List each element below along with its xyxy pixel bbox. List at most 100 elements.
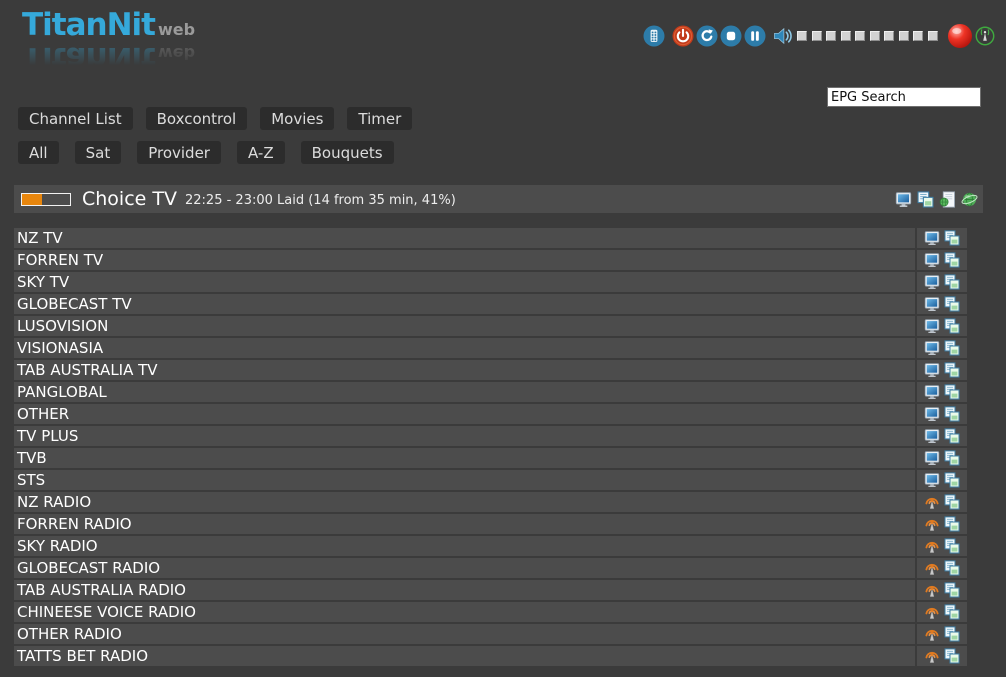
copy-icon[interactable] <box>944 296 960 312</box>
channel-name[interactable]: LUSOVISION <box>14 316 915 336</box>
volume-block[interactable] <box>826 31 836 41</box>
tv-icon[interactable] <box>924 428 940 444</box>
radio-icon[interactable] <box>924 494 940 510</box>
copy-icon[interactable] <box>944 582 960 598</box>
copy-icon[interactable] <box>944 340 960 356</box>
channel-name[interactable]: GLOBECAST RADIO <box>14 558 915 578</box>
pause-icon[interactable] <box>744 25 766 47</box>
copy-icon[interactable] <box>944 406 960 422</box>
copy-icon[interactable] <box>944 384 960 400</box>
volume-block[interactable] <box>870 31 880 41</box>
volume-block[interactable] <box>855 31 865 41</box>
volume-block[interactable] <box>841 31 851 41</box>
tv-icon[interactable] <box>924 340 940 356</box>
nav-boxcontrol-button[interactable]: Boxcontrol <box>146 107 248 130</box>
radio-icon[interactable] <box>924 648 940 664</box>
remote-icon[interactable] <box>643 25 665 47</box>
copy-icon[interactable] <box>944 494 960 510</box>
copy-icon[interactable] <box>944 274 960 290</box>
radio-icon[interactable] <box>924 560 940 576</box>
channel-name[interactable]: SKY TV <box>14 272 915 292</box>
speaker-icon[interactable] <box>772 25 794 47</box>
radio-icon[interactable] <box>924 516 940 532</box>
nav-movies-button[interactable]: Movies <box>260 107 334 130</box>
volume-block[interactable] <box>928 31 938 41</box>
channel-name[interactable]: STS <box>14 470 915 490</box>
channel-name[interactable]: TAB AUSTRALIA TV <box>14 360 915 380</box>
channel-name[interactable]: SKY RADIO <box>14 536 915 556</box>
epg-page-icon[interactable] <box>939 191 956 208</box>
brand-name: TitanNit <box>22 7 155 43</box>
channel-name[interactable]: VISIONASIA <box>14 338 915 358</box>
channel-name[interactable]: PANGLOBAL <box>14 382 915 402</box>
tv-icon[interactable] <box>924 252 940 268</box>
copy-icon[interactable] <box>944 230 960 246</box>
channel-name[interactable]: OTHER RADIO <box>14 624 915 644</box>
volume-block[interactable] <box>812 31 822 41</box>
stream-icon[interactable] <box>975 26 995 46</box>
channel-name[interactable]: NZ RADIO <box>14 492 915 512</box>
copy-icon[interactable] <box>944 428 960 444</box>
copy-icon[interactable] <box>944 538 960 554</box>
nav-provider-button[interactable]: Provider <box>137 141 221 164</box>
tv-icon[interactable] <box>924 274 940 290</box>
channel-name[interactable]: TAB AUSTRALIA RADIO <box>14 580 915 600</box>
reload-icon[interactable] <box>696 25 718 47</box>
channel-name[interactable]: GLOBECAST TV <box>14 294 915 314</box>
volume-block[interactable] <box>899 31 909 41</box>
screen-icon[interactable] <box>895 191 912 208</box>
copy-icon[interactable] <box>944 560 960 576</box>
nav-a-z-button[interactable]: A-Z <box>237 141 285 164</box>
channel-row: LUSOVISION <box>14 316 967 336</box>
volume-level-bar[interactable] <box>797 31 938 41</box>
epg-search-input[interactable] <box>827 87 981 107</box>
channel-row: STS <box>14 470 967 490</box>
nav-bouquets-button[interactable]: Bouquets <box>301 141 394 164</box>
channel-row: TVB <box>14 448 967 468</box>
tv-icon[interactable] <box>924 362 940 378</box>
copy-icon[interactable] <box>944 604 960 620</box>
tv-icon[interactable] <box>924 296 940 312</box>
nav-sat-button[interactable]: Sat <box>75 141 122 164</box>
copy-icon[interactable] <box>917 191 934 208</box>
volume-block[interactable] <box>797 31 807 41</box>
stop-icon[interactable] <box>720 25 742 47</box>
copy-icon[interactable] <box>944 516 960 532</box>
app-logo: TitanNitweb TitanNitweb <box>22 10 195 73</box>
tv-icon[interactable] <box>924 230 940 246</box>
radio-icon[interactable] <box>924 538 940 554</box>
nav-all-button[interactable]: All <box>18 141 59 164</box>
channel-name[interactable]: OTHER <box>14 404 915 424</box>
radio-icon[interactable] <box>924 604 940 620</box>
volume-block[interactable] <box>884 31 894 41</box>
copy-icon[interactable] <box>944 472 960 488</box>
radio-icon[interactable] <box>924 582 940 598</box>
channel-actions <box>917 382 967 402</box>
channel-name[interactable]: TATTS BET RADIO <box>14 646 915 666</box>
power-icon[interactable] <box>672 25 694 47</box>
tv-icon[interactable] <box>924 318 940 334</box>
tv-icon[interactable] <box>924 384 940 400</box>
channel-name[interactable]: NZ TV <box>14 228 915 248</box>
tv-icon[interactable] <box>924 406 940 422</box>
channel-name[interactable]: TV PLUS <box>14 426 915 446</box>
copy-icon[interactable] <box>944 626 960 642</box>
radio-icon[interactable] <box>924 626 940 642</box>
copy-icon[interactable] <box>944 648 960 664</box>
channel-name[interactable]: FORREN RADIO <box>14 514 915 534</box>
record-icon[interactable] <box>947 23 973 49</box>
copy-icon[interactable] <box>944 318 960 334</box>
channel-name[interactable]: CHINEESE VOICE RADIO <box>14 602 915 622</box>
copy-icon[interactable] <box>944 362 960 378</box>
tv-icon[interactable] <box>924 472 940 488</box>
nav-timer-button[interactable]: Timer <box>347 107 412 130</box>
channel-name[interactable]: FORREN TV <box>14 250 915 270</box>
globe-icon[interactable] <box>961 191 978 208</box>
channel-name[interactable]: TVB <box>14 448 915 468</box>
copy-icon[interactable] <box>944 252 960 268</box>
copy-icon[interactable] <box>944 450 960 466</box>
header-controls <box>643 22 995 50</box>
nav-channel-list-button[interactable]: Channel List <box>18 107 133 130</box>
volume-block[interactable] <box>913 31 923 41</box>
tv-icon[interactable] <box>924 450 940 466</box>
